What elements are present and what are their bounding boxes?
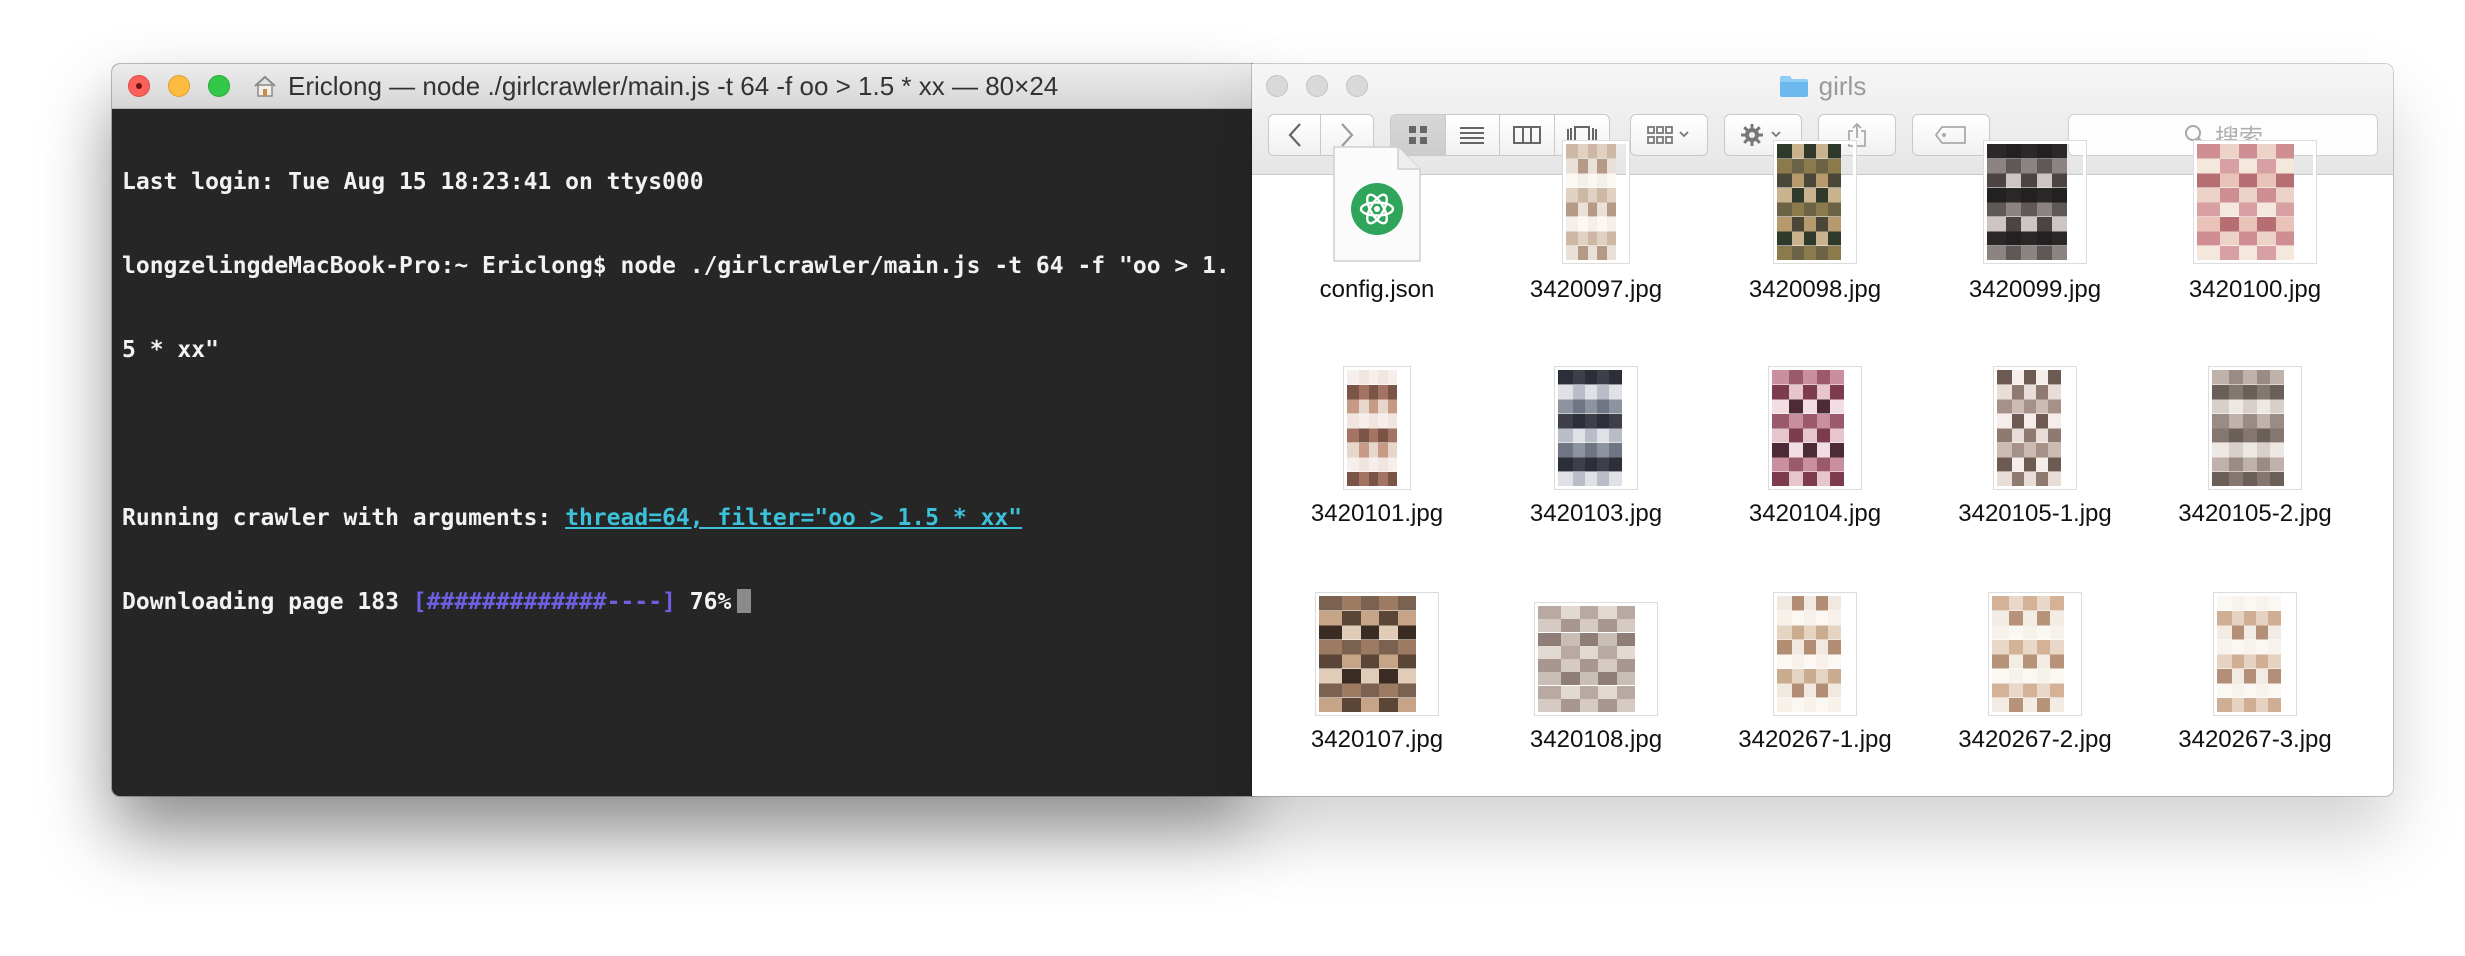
- list-view-button[interactable]: [1446, 115, 1500, 155]
- file-name: 3420107.jpg: [1310, 726, 1444, 753]
- file-item[interactable]: 3420108.jpg: [1486, 175, 1706, 796]
- arrange-button[interactable]: [1630, 114, 1708, 156]
- image-thumbnail: [1316, 593, 1438, 715]
- download-line: Downloading page 183 [#############----]…: [122, 588, 1244, 616]
- file-name: 3420267-3.jpg: [2178, 726, 2332, 753]
- download-prefix: Downloading page 183: [122, 589, 413, 615]
- zoom-button[interactable]: [208, 75, 230, 97]
- command-line-2: 5 * xx": [122, 337, 219, 363]
- back-button[interactable]: [1269, 115, 1322, 155]
- progress-bar: [#############----]: [412, 589, 676, 615]
- running-prefix: Running crawler with arguments:: [122, 505, 566, 531]
- image-thumbnail: [1535, 603, 1657, 715]
- command-line-1: longzelingdeMacBook-Pro:~ Ericlong$ node…: [122, 252, 1244, 280]
- home-icon: [254, 75, 276, 97]
- tag-icon: [1934, 126, 1966, 144]
- terminal-window[interactable]: Ericlong — node ./girlcrawler/main.js -t…: [112, 64, 1252, 796]
- running-args: thread=64, filter="oo > 1.5 * xx": [565, 505, 1023, 531]
- command-text-1: longzelingdeMacBook-Pro:~ Ericlong$ node…: [122, 253, 1230, 279]
- file-name: 3420267-2.jpg: [1958, 726, 2112, 753]
- last-login-line: Last login: Tue Aug 15 18:23:41 on ttys0…: [122, 169, 704, 195]
- terminal-cursor: [737, 589, 752, 613]
- finder-title-text: girls: [1818, 71, 1867, 101]
- tag-button[interactable]: [1912, 114, 1990, 156]
- column-view-button[interactable]: [1500, 115, 1555, 155]
- folder-icon: [1779, 76, 1808, 97]
- column-view-icon: [1512, 126, 1541, 144]
- terminal-titlebar[interactable]: Ericlong — node ./girlcrawler/main.js -t…: [112, 64, 1252, 109]
- file-name: 3420267-1.jpg: [1738, 726, 1892, 753]
- file-item[interactable]: 3420267-1.jpg: [1705, 175, 1925, 796]
- finder-title: girls: [1252, 64, 2393, 108]
- file-item[interactable]: 3420267-3.jpg: [2145, 175, 2365, 796]
- file-item[interactable]: 3420267-2.jpg: [1925, 175, 2145, 796]
- image-thumbnail: [1989, 593, 2081, 715]
- image-thumbnail: [1774, 593, 1856, 715]
- minimize-button[interactable]: [168, 75, 190, 97]
- terminal-title: Ericlong — node ./girlcrawler/main.js -t…: [288, 71, 1059, 101]
- finder-window[interactable]: girls 搜索 config.json 3420097.jpg 3420098…: [1252, 64, 2393, 796]
- icon-view-icon: [1408, 126, 1427, 144]
- terminal-screen[interactable]: Last login: Tue Aug 15 18:23:41 on ttys0…: [122, 112, 1244, 796]
- progress-percent: 76%: [689, 589, 732, 615]
- image-thumbnail: [2214, 593, 2296, 715]
- running-line: Running crawler with arguments: thread=6…: [122, 504, 1244, 532]
- close-button[interactable]: [128, 75, 150, 97]
- arrange-icon: [1647, 126, 1689, 144]
- file-name: 3420108.jpg: [1529, 726, 1663, 753]
- back-chevron-icon: [1288, 123, 1301, 147]
- file-item[interactable]: 3420107.jpg: [1267, 175, 1487, 796]
- file-grid[interactable]: config.json 3420097.jpg 3420098.jpg 3420099…: [1252, 141, 2393, 796]
- list-view-icon: [1460, 127, 1485, 144]
